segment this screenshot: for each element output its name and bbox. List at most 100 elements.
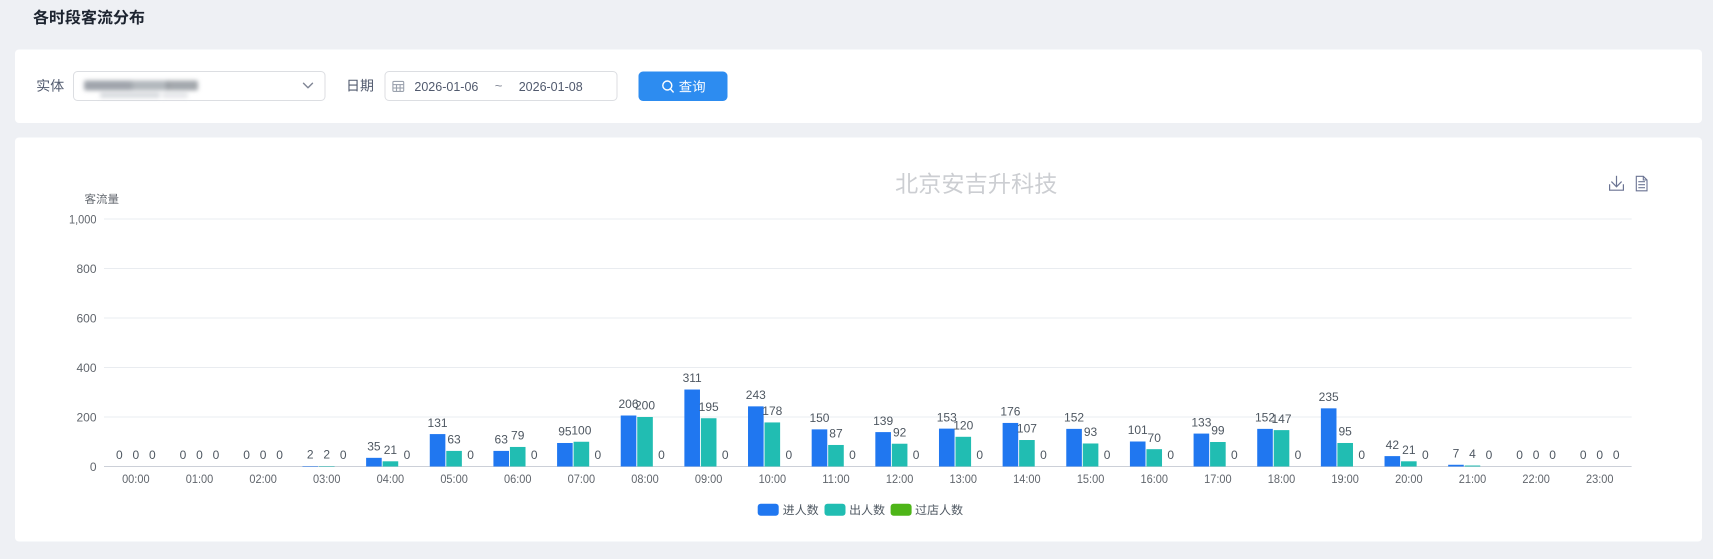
svg-text:06:00: 06:00: [504, 472, 532, 486]
svg-text:0: 0: [243, 448, 250, 462]
svg-text:63: 63: [495, 433, 509, 447]
svg-text:0: 0: [1549, 448, 1556, 462]
svg-text:22:00: 22:00: [1522, 472, 1550, 486]
svg-text:10:00: 10:00: [759, 472, 787, 486]
svg-text:152: 152: [1064, 411, 1084, 425]
svg-text:0: 0: [1231, 448, 1238, 462]
svg-text:12:00: 12:00: [886, 472, 914, 486]
svg-text:21: 21: [1402, 443, 1416, 457]
svg-text:0: 0: [1422, 448, 1429, 462]
svg-text:0: 0: [658, 448, 665, 462]
svg-text:2026-01-06: 2026-01-06: [414, 79, 478, 94]
svg-text:0: 0: [213, 448, 220, 462]
svg-text:1,000: 1,000: [69, 212, 97, 226]
svg-text:19:00: 19:00: [1331, 472, 1359, 486]
svg-text:0: 0: [785, 448, 792, 462]
svg-text:17:00: 17:00: [1204, 472, 1232, 486]
svg-text:150: 150: [809, 411, 829, 425]
svg-text:0: 0: [196, 448, 203, 462]
svg-text:03:00: 03:00: [313, 472, 341, 486]
svg-text:0: 0: [132, 448, 139, 462]
svg-text:35: 35: [367, 440, 381, 454]
svg-text:70: 70: [1148, 431, 1162, 445]
svg-text:05:00: 05:00: [440, 472, 468, 486]
svg-text:21:00: 21:00: [1459, 472, 1487, 486]
svg-text:63: 63: [447, 433, 461, 447]
svg-text:0: 0: [1613, 448, 1620, 462]
svg-text:95: 95: [1338, 425, 1352, 439]
svg-text:01:00: 01:00: [186, 472, 214, 486]
svg-text:13:00: 13:00: [950, 472, 978, 486]
svg-text:0: 0: [1486, 448, 1493, 462]
svg-text:0: 0: [149, 448, 156, 462]
svg-text:235: 235: [1319, 390, 1339, 404]
svg-text:800: 800: [76, 262, 96, 276]
svg-text:0: 0: [1167, 448, 1174, 462]
svg-text:0: 0: [1295, 448, 1302, 462]
svg-text:87: 87: [829, 427, 843, 441]
svg-text:09:00: 09:00: [695, 472, 723, 486]
svg-text:0: 0: [276, 448, 283, 462]
svg-text:99: 99: [1211, 424, 1225, 438]
svg-text:195: 195: [699, 400, 719, 414]
svg-text:21: 21: [384, 443, 398, 457]
svg-text:95: 95: [558, 425, 572, 439]
svg-text:0: 0: [1040, 448, 1047, 462]
svg-text:200: 200: [76, 410, 96, 424]
svg-text:93: 93: [1084, 425, 1098, 439]
svg-text:0: 0: [1596, 448, 1603, 462]
svg-text:11:00: 11:00: [822, 472, 850, 486]
svg-text:0: 0: [340, 448, 347, 462]
svg-text:16:00: 16:00: [1140, 472, 1168, 486]
svg-text:2026-01-08: 2026-01-08: [519, 79, 583, 94]
svg-text:0: 0: [404, 448, 411, 462]
svg-text:04:00: 04:00: [377, 472, 405, 486]
svg-text:243: 243: [746, 388, 766, 402]
svg-text:311: 311: [683, 371, 702, 385]
svg-text:133: 133: [1191, 415, 1211, 429]
svg-text:18:00: 18:00: [1268, 472, 1296, 486]
svg-text:00:00: 00:00: [122, 472, 150, 486]
svg-text:200: 200: [635, 399, 655, 413]
svg-text:14:00: 14:00: [1013, 472, 1041, 486]
svg-text:0: 0: [722, 448, 729, 462]
svg-text:92: 92: [893, 425, 907, 439]
svg-text:101: 101: [1128, 423, 1148, 437]
svg-text:2: 2: [307, 448, 314, 462]
svg-text:120: 120: [953, 419, 973, 433]
svg-text:107: 107: [1017, 422, 1037, 436]
svg-text:0: 0: [1104, 448, 1111, 462]
svg-text:4: 4: [1469, 447, 1476, 461]
svg-text:0: 0: [1533, 448, 1540, 462]
svg-text:139: 139: [873, 414, 893, 428]
svg-text:7: 7: [1453, 446, 1460, 460]
svg-text:08:00: 08:00: [631, 472, 659, 486]
svg-text:0: 0: [531, 448, 538, 462]
svg-text:131: 131: [428, 416, 448, 430]
svg-text:0: 0: [1516, 448, 1523, 462]
svg-text:0: 0: [180, 448, 187, 462]
svg-text:79: 79: [511, 429, 525, 443]
svg-text:20:00: 20:00: [1395, 472, 1423, 486]
svg-text:2: 2: [323, 448, 330, 462]
svg-text:0: 0: [913, 448, 920, 462]
svg-text:02:00: 02:00: [249, 472, 277, 486]
svg-text:0: 0: [260, 448, 267, 462]
svg-text:0: 0: [1358, 448, 1365, 462]
svg-text:~: ~: [495, 78, 503, 93]
svg-text:0: 0: [849, 448, 856, 462]
svg-text:07:00: 07:00: [568, 472, 596, 486]
svg-text:15:00: 15:00: [1077, 472, 1105, 486]
svg-text:600: 600: [76, 311, 96, 325]
svg-text:0: 0: [116, 448, 123, 462]
svg-text:178: 178: [762, 404, 782, 418]
svg-text:42: 42: [1386, 438, 1400, 452]
svg-text:23:00: 23:00: [1586, 472, 1614, 486]
svg-text:147: 147: [1272, 412, 1292, 426]
svg-text:0: 0: [1580, 448, 1587, 462]
svg-text:0: 0: [90, 460, 97, 474]
svg-text:176: 176: [1000, 405, 1020, 419]
svg-text:0: 0: [467, 448, 474, 462]
svg-text:0: 0: [976, 448, 983, 462]
svg-text:100: 100: [571, 423, 591, 437]
